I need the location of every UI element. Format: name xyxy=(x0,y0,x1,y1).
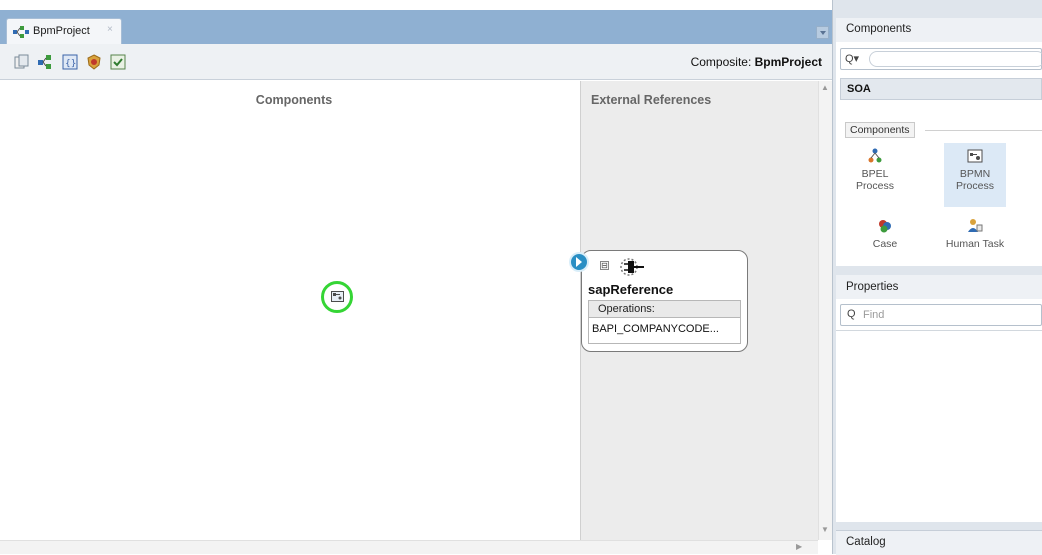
tab-close-icon[interactable]: × xyxy=(107,24,113,35)
palette-item-label: Case xyxy=(872,238,898,250)
bpel-process-icon xyxy=(867,148,883,164)
catalog-panel-title: Catalog xyxy=(846,536,886,548)
panel-splitter[interactable] xyxy=(836,522,1042,530)
case-icon xyxy=(877,218,893,234)
palette-item-bpel-process[interactable]: BPEL Process xyxy=(845,148,905,192)
collapse-toggle[interactable]: ⊟ xyxy=(600,261,609,270)
tab-list-dropdown-button[interactable] xyxy=(816,26,829,39)
editor-toolbar: {} Composite: BpmProject xyxy=(0,44,832,80)
search-input[interactable] xyxy=(869,51,1042,67)
palette-item-human-task[interactable]: Human Task xyxy=(945,218,1005,250)
components-lane-title: Components xyxy=(255,93,333,107)
palette-item-label: BPEL Process xyxy=(856,168,894,192)
palette-item-label: BPMN Process xyxy=(956,168,994,192)
scroll-up-icon[interactable]: ▲ xyxy=(821,83,829,92)
palette-group-label: Components xyxy=(845,122,915,138)
components-swimlane[interactable]: Components xyxy=(8,81,581,540)
components-search[interactable]: Q▾ xyxy=(840,48,1042,70)
reference-connector-icon[interactable] xyxy=(569,252,589,272)
sap-reference-card[interactable]: ⊟ sapReference Operations: BAPI_COMPANYC… xyxy=(581,250,748,352)
palette-item-case[interactable]: Case xyxy=(855,218,915,250)
properties-find-input[interactable]: Q Find xyxy=(840,304,1042,326)
horizontal-scrollbar[interactable]: ▶ xyxy=(0,540,818,554)
palette-group-divider xyxy=(925,130,1042,131)
scroll-down-icon[interactable]: ▼ xyxy=(821,525,829,534)
composite-label: Composite: BpmProject xyxy=(691,55,822,69)
operations-box: Operations: BAPI_COMPANYCODE... xyxy=(588,300,741,344)
properties-content xyxy=(836,330,1042,523)
properties-panel-title: Properties xyxy=(846,281,899,293)
copy-icon[interactable] xyxy=(14,54,30,70)
editor-top-strip xyxy=(0,0,832,10)
bpmn-process-icon xyxy=(967,148,983,164)
wire-icon[interactable] xyxy=(38,54,54,70)
editor-tab-bar xyxy=(0,10,832,44)
xml-schema-icon[interactable]: {} xyxy=(62,54,78,70)
scroll-right-icon[interactable]: ▶ xyxy=(796,542,802,551)
palette-item-bpmn-process[interactable]: BPMN Process xyxy=(945,148,1005,192)
components-panel-title: Components xyxy=(846,23,912,35)
operations-label: Operations: xyxy=(598,303,655,315)
reference-name: sapReference xyxy=(588,282,674,297)
search-icon[interactable]: Q▾ xyxy=(845,52,859,65)
palette-item-label: Human Task xyxy=(945,238,1005,250)
operation-item[interactable]: BAPI_COMPANYCODE... xyxy=(592,323,719,335)
palette-category-label: SOA xyxy=(847,83,871,95)
composite-prefix: Composite: xyxy=(690,55,752,69)
vertical-scrollbar[interactable]: ▲ ▼ xyxy=(818,81,832,540)
human-task-icon xyxy=(967,218,983,234)
svg-text:{}: {} xyxy=(65,59,76,69)
security-policy-icon[interactable] xyxy=(86,54,102,70)
tab-label: BpmProject xyxy=(33,25,90,37)
operations-header: Operations: xyxy=(589,301,740,318)
composite-name: BpmProject xyxy=(754,55,822,69)
palette-category-dropdown[interactable]: SOA xyxy=(840,78,1042,100)
find-placeholder: Find xyxy=(863,309,885,321)
external-references-lane-title: External References xyxy=(591,93,712,107)
drop-target-highlight[interactable] xyxy=(321,281,353,313)
panel-splitter[interactable] xyxy=(836,266,1042,275)
search-icon: Q xyxy=(847,308,856,320)
composite-icon xyxy=(13,25,29,42)
validate-icon[interactable] xyxy=(110,54,126,70)
adapter-plug-icon xyxy=(620,255,646,282)
tab-bpmproject[interactable]: BpmProject × xyxy=(6,18,122,44)
bpmn-process-icon xyxy=(331,291,344,302)
